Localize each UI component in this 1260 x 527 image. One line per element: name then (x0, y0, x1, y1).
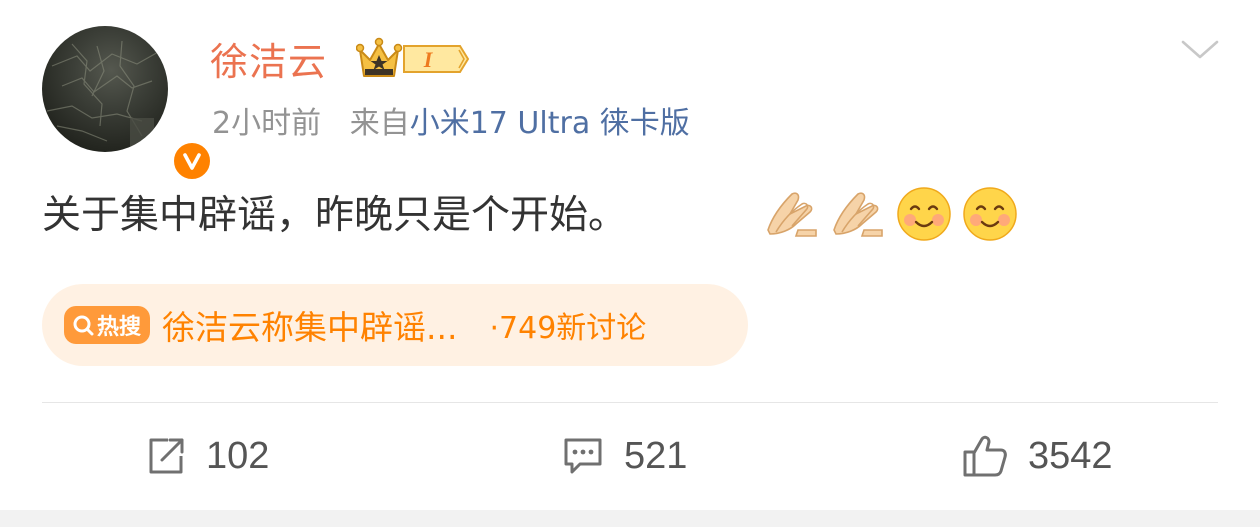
comment-button[interactable]: 521 (562, 420, 687, 492)
post-meta: 2小时前 来自小米17 Ultra 徕卡版 (212, 102, 690, 146)
post-source-device[interactable]: 小米17 Ultra 徕卡版 (410, 106, 690, 141)
avatar[interactable] (42, 26, 214, 183)
smile-emoji (963, 187, 1017, 241)
search-icon (73, 315, 94, 336)
level-badge-text: I (423, 47, 434, 72)
pray-hands-emoji (833, 192, 883, 237)
hot-search-discussion-count: ·749新讨论 (489, 311, 647, 346)
pray-hands-emoji (767, 192, 817, 237)
smile-emoji (897, 187, 951, 241)
action-bar: 102 521 3542 (0, 420, 1260, 492)
weibo-post-card: 徐洁云 I 2小时前 来自小米17 Ultra 徕卡版 关于集中辟谣，昨晚只是个… (0, 0, 1260, 527)
post-time: 2小时前 (212, 106, 322, 141)
hot-search-title: 徐洁云称集中辟谣... (162, 308, 458, 347)
post-text: 关于集中辟谣，昨晚只是个开始。 (42, 193, 628, 238)
like-button[interactable]: 3542 (962, 420, 1113, 492)
feed-separator (0, 510, 1260, 527)
hot-search-topic[interactable]: 热搜 徐洁云称集中辟谣... ·749新讨论 (42, 284, 748, 366)
thumbs-up-icon (963, 435, 1007, 477)
like-count: 3542 (1028, 434, 1113, 477)
hot-search-badge-label: 热搜 (97, 315, 142, 340)
source-prefix: 来自 (349, 106, 410, 141)
repost-icon (149, 438, 184, 474)
membership-crown-icon[interactable]: I (356, 36, 472, 82)
comment-count: 521 (624, 434, 688, 477)
chevron-down-icon[interactable] (1180, 38, 1220, 62)
emoji-group (762, 184, 1020, 244)
repost-button[interactable]: 102 (146, 420, 269, 492)
hot-search-badge: 热搜 (64, 306, 151, 344)
verified-badge (170, 139, 214, 183)
avatar-image (46, 40, 161, 148)
repost-count: 102 (206, 434, 270, 477)
author-name[interactable]: 徐洁云 (210, 36, 327, 88)
v-badge-icon (183, 153, 201, 170)
divider (42, 402, 1218, 403)
comment-icon (564, 438, 602, 474)
